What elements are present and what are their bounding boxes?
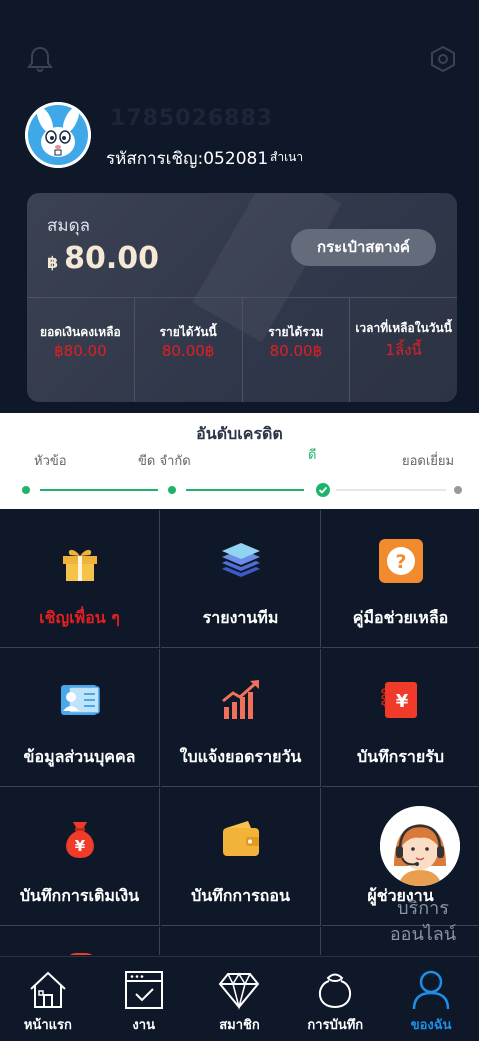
stat-today-income: รายได้วันนี้ 80.00฿ [135, 298, 243, 402]
menu-label: บันทึกการถอน [191, 886, 290, 905]
stat-label: รายได้วันนี้ [159, 325, 217, 339]
wallet-icon [222, 821, 259, 856]
credit-dot [454, 486, 462, 494]
tab-records[interactable]: การบันทึก [287, 957, 383, 1041]
help-icon: ? [378, 539, 423, 583]
svg-text:¥: ¥ [74, 837, 85, 855]
copy-button[interactable]: สำเนา [270, 148, 303, 167]
stats-row: ยอดเงินคงเหลือ ฿80.00 รายได้วันนี้ 80.00… [27, 297, 457, 402]
bottom-tab-bar: หน้าแรก งาน สมาชิก การบันทึก ของฉัน [0, 956, 479, 1041]
tab-label: ของฉัน [410, 1018, 452, 1033]
support-agent-icon [380, 806, 460, 886]
menu-team-report[interactable]: รายงานทีม [161, 510, 321, 648]
stat-value: 1ลิ้งนี้ [385, 341, 422, 359]
menu-income-record[interactable]: ¥ บันทึกรายรับ [322, 649, 479, 787]
user-icon [412, 970, 450, 1010]
stat-value: ฿80.00 [54, 342, 107, 360]
menu-label: ใบแจ้งยอดรายวัน [179, 747, 302, 766]
tab-tasks[interactable]: งาน [96, 957, 192, 1041]
wallet-button[interactable]: กระเป๋าสตางค์ [291, 229, 436, 266]
stat-value: 80.00฿ [269, 342, 323, 360]
credit-rating: อันดับเครดิต หัวข้อ ขีด จำกัด ดี ยอดเยี่… [0, 413, 479, 509]
invite-code: รหัสการเชิญ:052081 [106, 149, 269, 169]
bell-icon[interactable] [25, 44, 55, 74]
menu-daily-statement[interactable]: ใบแจ้งยอดรายวัน [161, 649, 321, 787]
support-label-line2: ออนไลน์ [389, 924, 457, 945]
task-icon [124, 971, 163, 1009]
menu-withdraw-record[interactable]: บันทึกการถอน [161, 788, 321, 926]
tab-mine[interactable]: ของฉัน [383, 957, 479, 1041]
credit-dot [22, 486, 30, 494]
tab-members[interactable]: สมาชิก [192, 957, 288, 1041]
menu-label: บันทึกรายรับ [356, 747, 445, 766]
stat-remaining-balance: ยอดเงินคงเหลือ ฿80.00 [27, 298, 135, 402]
stat-label: ยอดเงินคงเหลือ [40, 325, 121, 339]
menu-personal-info[interactable]: ข้อมูลส่วนบุคคล [0, 649, 160, 787]
credit-level-4: ยอดเยี่ยม [402, 454, 455, 469]
currency-symbol: ฿ [47, 253, 59, 272]
credit-level-1: หัวข้อ [34, 454, 67, 469]
growth-chart-icon [221, 680, 259, 719]
balance-amount: ฿ 80.00 [47, 241, 159, 276]
svg-text:?: ? [395, 551, 406, 573]
stat-label: รายได้รวม [268, 325, 324, 339]
tab-label: สมาชิก [219, 1018, 260, 1033]
balance-value: 80.00 [64, 241, 160, 276]
layers-icon [221, 543, 260, 577]
balance-card: สมดุล ฿ 80.00 กระเป๋าสตางค์ ยอดเงินคงเหล… [27, 193, 457, 402]
credit-progress-segment [336, 489, 446, 491]
check-circle-icon [316, 483, 330, 497]
credit-level-2: ขีด จำกัด [138, 454, 191, 469]
tab-home[interactable]: หน้าแรก [0, 957, 96, 1041]
menu-label: เชิญเพื่อน ๆ [39, 608, 120, 627]
credit-level-3: ดี [308, 448, 317, 463]
menu-grid: เชิญเพื่อน ๆ รายงานทีม ? คู่มือช่วยเหลือ [0, 510, 479, 955]
customer-service-button[interactable] [380, 806, 460, 886]
tab-label: การบันทึก [307, 1018, 364, 1033]
tab-label: งาน [132, 1018, 155, 1033]
stat-remaining-today: เวลาที่เหลือในวันนี้ 1ลิ้งนี้ [350, 298, 457, 402]
menu-deposit-record[interactable]: ¥ บันทึกการเติมเงิน [0, 788, 160, 926]
avatar[interactable] [25, 102, 91, 168]
yen-receipt-icon: ¥ [380, 682, 417, 718]
svg-text:¥: ¥ [395, 691, 408, 712]
menu-label: รายงานทีม [202, 608, 279, 627]
bag-icon [319, 973, 352, 1009]
credit-progress-segment [40, 489, 158, 491]
menu-label: คู่มือช่วยเหลือ [352, 608, 449, 627]
stat-label: เวลาที่เหลือในวันนี้ [355, 321, 452, 335]
diamond-icon [219, 972, 260, 1010]
menu-label: บันทึกการเติมเงิน [19, 886, 140, 905]
balance-label: สมดุล [47, 216, 91, 236]
menu-invite-friends[interactable]: เชิญเพื่อน ๆ [0, 510, 160, 648]
money-bag-icon: ¥ [65, 822, 94, 858]
home-icon [30, 971, 66, 1008]
menu-cell-partial [0, 927, 160, 955]
hexagon-settings-icon[interactable] [428, 44, 458, 74]
credit-progress-segment [186, 489, 304, 491]
menu-label: ข้อมูลส่วนบุคคล [23, 747, 136, 766]
menu-cell-partial [161, 927, 321, 955]
support-label-line1: บริการ [397, 898, 449, 919]
stat-value: 80.00฿ [161, 342, 215, 360]
menu-help-guide[interactable]: ? คู่มือช่วยเหลือ [322, 510, 479, 648]
tab-label: หน้าแรก [23, 1018, 72, 1033]
partial-icon [66, 953, 96, 955]
gift-icon [62, 549, 97, 581]
credit-dot [168, 486, 176, 494]
username: 1785026883 [110, 106, 274, 131]
support-label: บริการ ออนไลน์ [378, 896, 468, 948]
stat-total-income: รายได้รวม 80.00฿ [243, 298, 351, 402]
id-card-icon [60, 685, 100, 715]
credit-title: อันดับเครดิต [196, 424, 283, 443]
